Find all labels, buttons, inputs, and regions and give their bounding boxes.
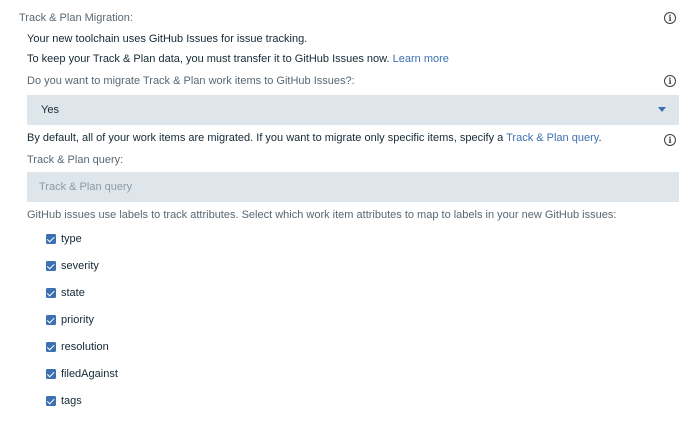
checkbox-label: type (61, 233, 82, 245)
default-migration-description: By default, all of your work items are m… (27, 132, 504, 144)
track-plan-query-link[interactable]: Track & Plan query (506, 132, 598, 144)
checkbox-checked-icon[interactable] (46, 234, 56, 244)
section-title: Track & Plan Migration: (19, 12, 133, 24)
checkbox-resolution[interactable]: resolution (46, 340, 109, 354)
intro-line-1: Your new toolchain uses GitHub Issues fo… (27, 33, 308, 45)
labels-description: GitHub issues use labels to track attrib… (27, 209, 617, 221)
checkbox-label: filedAgainst (61, 368, 118, 380)
checkbox-tags[interactable]: tags (46, 394, 82, 408)
checkbox-checked-icon[interactable] (46, 396, 56, 406)
migrate-select[interactable]: Yes (27, 95, 679, 125)
info-icon[interactable]: i (664, 134, 676, 146)
checkbox-filedagainst[interactable]: filedAgainst (46, 367, 118, 381)
checkbox-label: priority (61, 314, 95, 326)
track-plan-query-input[interactable] (27, 172, 679, 202)
checkbox-type[interactable]: type (46, 232, 82, 246)
intro-line-2-text: To keep your Track & Plan data, you must… (27, 53, 390, 65)
default-migration-text: By default, all of your work items are m… (27, 132, 602, 144)
migrate-select-value: Yes (41, 104, 59, 116)
checkbox-checked-icon[interactable] (46, 288, 56, 298)
checkbox-label: tags (61, 395, 82, 407)
query-field-label: Track & Plan query: (27, 154, 124, 166)
info-icon[interactable]: i (664, 75, 676, 87)
checkbox-label: resolution (61, 341, 109, 353)
info-icon[interactable]: i (664, 12, 676, 24)
caret-down-icon (658, 107, 666, 112)
checkbox-severity[interactable]: severity (46, 259, 99, 273)
checkbox-priority[interactable]: priority (46, 313, 94, 327)
checkbox-label: severity (61, 260, 99, 272)
checkbox-checked-icon[interactable] (46, 261, 56, 271)
checkbox-label: state (61, 287, 85, 299)
intro-line-2: To keep your Track & Plan data, you must… (27, 53, 449, 65)
learn-more-link[interactable]: Learn more (393, 53, 449, 65)
checkbox-state[interactable]: state (46, 286, 85, 300)
checkbox-checked-icon[interactable] (46, 315, 56, 325)
migrate-question-label: Do you want to migrate Track & Plan work… (27, 75, 355, 87)
checkbox-checked-icon[interactable] (46, 342, 56, 352)
checkbox-checked-icon[interactable] (46, 369, 56, 379)
